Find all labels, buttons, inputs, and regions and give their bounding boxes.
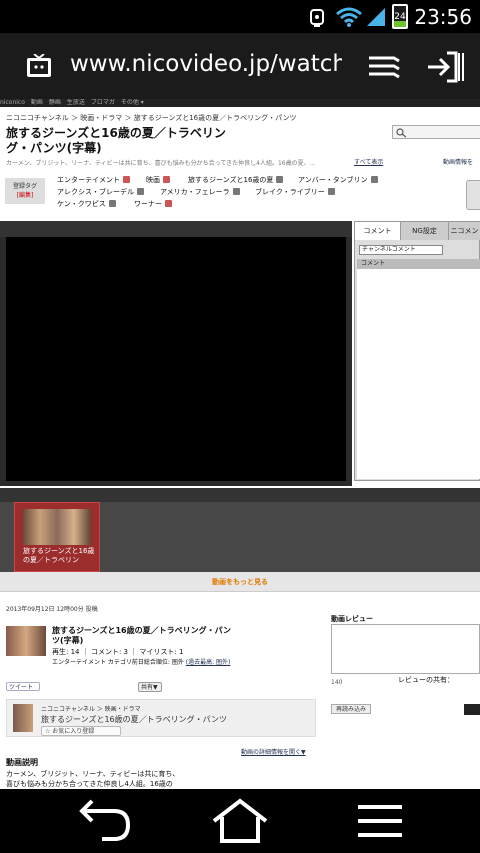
lock-icon [163,176,170,183]
favorite-button[interactable]: ☆ お気に入り登録 [41,726,121,736]
tag-item[interactable]: ブレイク・ライブリー [255,187,335,197]
edit-info-link[interactable]: 動画情報を [443,157,473,166]
player-top-bar [0,221,352,237]
lock-icon [165,200,172,207]
battery-level: 24 [394,12,406,22]
posted-date: 2013年09月12日 12時00分 投稿 [6,606,98,613]
review-char-count: 140 [331,679,343,686]
tag-item[interactable]: アメリカ・フェレーラ [160,187,240,197]
tag-item[interactable]: ケン・クワピス [57,199,116,209]
video-info-thumbnail [6,626,46,656]
channel-box: ニコニコチャンネル ＞ 映画・ドラマ 旅するジーンズと16歳の夏／トラベリング・… [6,699,316,737]
battery-icon: 24 [392,4,408,29]
tag-box-label: 登録タグ [12,183,37,190]
tab-ng-settings[interactable]: NG設定 [401,222,449,240]
tag-label[interactable]: アレクシス・ブレーデル [57,188,134,196]
page-title: 旅するジーンズと16歳の夏／トラベリング・パンツ(字幕) [6,126,226,155]
comment-panel: コメント NG設定 ニコメン チャンネルコメント コメント [354,221,480,481]
tag-label[interactable]: アメリカ・フェレーラ [160,188,230,196]
tag-item[interactable]: アレクシス・ブレーデル [57,187,144,197]
tag-label[interactable]: ブレイク・ライブリー [255,188,325,196]
web-page: niconico 動画 静画 生放送 ブロマガ その他 ▾ ニコニコチャンネル … [0,99,480,789]
video-stats: 再生: 14 ｜ コメント: 3 ｜ マイリスト: 1 [52,648,184,656]
review-input[interactable] [331,624,480,674]
video-category-rank: エンターテイメント カテゴリ前日総合順位: 圏外 (過去最高: 圏外) [52,658,252,668]
video-info-title: 旅するジーンズと16歳の夏／トラベリング・パンツ(字幕) [52,626,231,645]
channel-breadcrumb[interactable]: ニコニコチャンネル ＞ 映画・ドラマ [41,704,141,713]
video-player-frame [0,221,352,486]
tag-item[interactable]: アンバー・タンブリン [298,175,378,185]
dictionary-icon [276,176,284,183]
side-button[interactable] [466,180,480,210]
video-description-short: カーメン、ブリジット、リーナ、ティビーは共に育ち、喜びも悩みも分かち合ってきた仲… [6,160,316,167]
tag-label[interactable]: アンバー・タンブリン [298,176,368,184]
tag-label[interactable]: 旅するジーンズと16歳の夏 [188,176,273,184]
comment-list-header: コメント [357,259,480,269]
tag-label[interactable]: エンターテイメント [57,176,120,184]
browser-toolbar: www.nicovideo.jp/watch/ [0,33,480,99]
tweet-button[interactable]: ツイート [6,682,40,691]
past-best-link[interactable]: (過去最高: 圏外) [186,659,231,666]
home-icon[interactable] [200,795,280,847]
review-share-label: レビューの共有： [398,676,454,684]
review-heading: 動画レビュー [331,615,373,623]
tag-edit-link[interactable]: [編集] [5,190,45,199]
tag-label[interactable]: ワーナー [134,200,162,208]
comment-list[interactable] [357,269,480,479]
channel-thumbnail [13,704,33,732]
dictionary-icon [137,188,144,195]
reload-button[interactable]: 再読み込み [331,704,371,714]
description-heading: 動画説明 [6,758,38,767]
video-player[interactable] [6,237,346,481]
channel-title[interactable]: 旅するジーンズと16歳の夏／トラベリング・パンツ [41,714,227,725]
dictionary-icon [370,176,378,183]
screen: { "status": {"time": "23:56", "battery":… [0,0,480,853]
description-text: カーメン、ブリジット、リーナ、ティビーは共に育ち、喜びも悩みも分かち合ってきた仲… [6,770,180,788]
search-icon [396,128,407,138]
related-video-strip: 旅するジーンズと16歳の夏／トラベリン [0,502,480,572]
status-bar: 24 23:56 [0,0,480,33]
dictionary-icon [232,188,240,195]
site-favicon-icon [27,54,51,77]
comment-channel-select[interactable]: チャンネルコメント [359,245,443,255]
tag-label[interactable]: ケン・クワピス [57,200,106,208]
share-button[interactable]: 共有▼ [138,682,162,692]
open-details-link[interactable]: 動画の詳細情報を開く▼ [241,747,306,756]
video-thumbnail [23,509,91,545]
related-video-card[interactable]: 旅するジーンズと16歳の夏／トラベリン [14,502,100,572]
url-field[interactable]: www.nicovideo.jp/watch/ [70,51,342,81]
menu-icon[interactable] [340,795,420,847]
tag-item[interactable]: ワーナー [134,199,172,209]
signal-icon [367,8,385,26]
tag-item[interactable]: 映画 [146,175,170,185]
alarm-icon [310,9,324,27]
lock-icon [123,176,130,183]
review-submit-button[interactable] [464,704,480,715]
category-rank-text: エンターテイメント カテゴリ前日総合順位: 圏外 [52,659,184,666]
bookmark-menu-icon[interactable] [425,50,465,84]
wifi-icon [336,7,362,27]
tag-label[interactable]: 映画 [146,176,160,184]
site-top-nav[interactable]: niconico 動画 静画 生放送 ブロマガ その他 ▾ [0,99,480,107]
dictionary-icon [327,188,335,195]
breadcrumb[interactable]: ニコニコチャンネル ＞ 映画・ドラマ ＞ 旅するジーンズと16歳の夏／トラベリン… [6,113,296,123]
back-icon[interactable] [62,795,142,847]
player-control-strip[interactable] [0,488,480,502]
tag-box: 登録タグ [編集] [5,178,45,204]
dictionary-icon [108,200,116,207]
search-box[interactable] [392,125,480,139]
thumbnail-caption: 旅するジーンズと16歳の夏／トラベリン [23,547,95,564]
tag-item[interactable]: 旅するジーンズと16歳の夏 [188,175,284,185]
clock: 23:56 [414,5,472,29]
navigation-bar [0,789,480,853]
more-videos-button[interactable]: 動画をもっと見る [0,572,480,592]
tab-nicomen[interactable]: ニコメン [449,222,480,240]
show-all-link[interactable]: すべて表示 [354,157,383,166]
tab-comments[interactable]: コメント [355,222,401,240]
tag-item[interactable]: エンターテイメント [57,175,130,185]
tabs-icon[interactable] [366,53,402,81]
